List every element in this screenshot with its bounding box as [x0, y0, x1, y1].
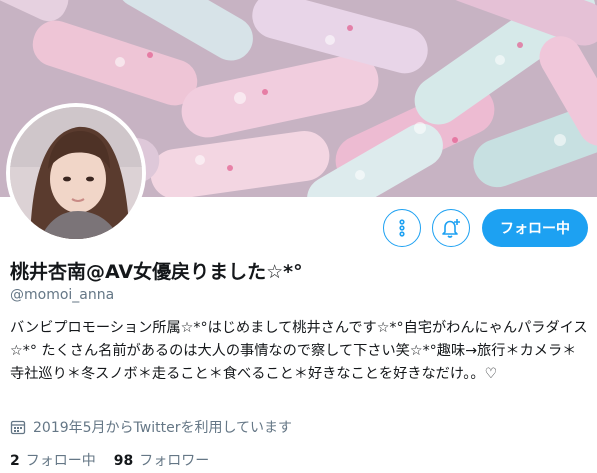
joined-date: 2019年5月からTwitterを利用しています [10, 417, 292, 437]
profile-avatar[interactable] [6, 103, 146, 243]
bell-plus-icon [442, 219, 460, 238]
following-label: フォロー中 [25, 453, 96, 469]
more-vertical-icon [399, 219, 405, 237]
following-count: 2 [10, 453, 20, 469]
more-options-button[interactable] [383, 209, 421, 247]
joined-text: 2019年5月からTwitterを利用しています [33, 420, 293, 436]
display-name: 桃井杏南@AV女優戻りました☆*° [10, 261, 303, 283]
followers-count: 98 [113, 453, 134, 469]
followers-link[interactable]: 98 フォロワー [114, 450, 209, 470]
avatar-photo [10, 107, 142, 239]
calendar-icon [10, 420, 26, 435]
following-button[interactable]: フォロー中 [482, 209, 588, 247]
notifications-button[interactable] [432, 209, 470, 247]
followers-label: フォロワー [139, 453, 210, 469]
user-handle: @momoi_anna [10, 287, 115, 303]
profile-bio: バンビプロモーション所属☆*°はじめまして桃井さんです☆*°自宅がわんにゃんパラ… [10, 320, 588, 382]
following-link[interactable]: 2 フォロー中 [10, 450, 96, 470]
follow-stats: 2 フォロー中 98 フォロワー [10, 450, 209, 470]
